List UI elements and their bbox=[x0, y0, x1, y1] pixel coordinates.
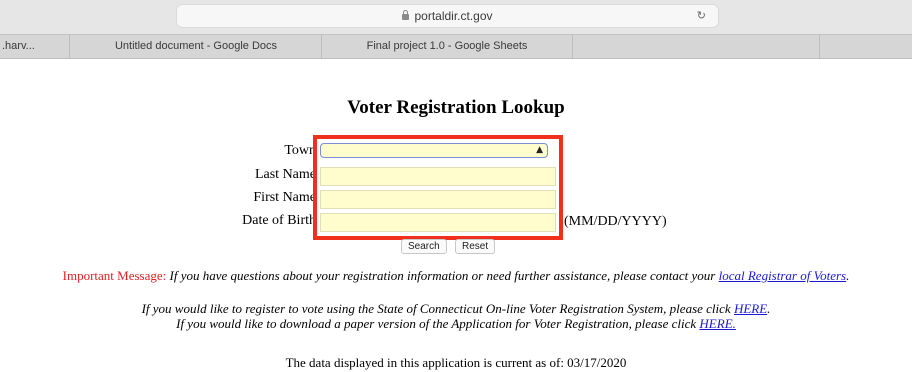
first-name-label: First Name bbox=[253, 190, 316, 205]
search-button[interactable]: Search bbox=[401, 239, 447, 254]
browser-tab[interactable] bbox=[820, 35, 912, 58]
data-current-text: The data displayed in this application i… bbox=[285, 355, 627, 370]
dob-format-hint: (MM/DD/YYYY) bbox=[564, 214, 667, 229]
browser-toolbar: portaldir.ct.gov ↻ bbox=[0, 0, 912, 34]
last-name-label: Last Name bbox=[254, 167, 316, 182]
address-text: portaldir.ct.gov bbox=[177, 9, 718, 23]
town-label: Town bbox=[284, 143, 316, 158]
important-label: Important Message: bbox=[62, 268, 167, 283]
tab-strip: .harv... Untitled document - Google Docs… bbox=[0, 34, 912, 59]
online-register-link[interactable]: HERE bbox=[734, 301, 767, 316]
url-text: portaldir.ct.gov bbox=[414, 9, 493, 23]
registrar-link[interactable]: local Registrar of Voters bbox=[719, 268, 846, 283]
important-message: Important Message: If you have questions… bbox=[0, 268, 912, 284]
online-register-text: If you would like to register to vote us… bbox=[141, 301, 731, 316]
highlight-box bbox=[313, 135, 563, 240]
online-register-end: . bbox=[767, 301, 771, 316]
paper-register-line: If you would like to download a paper ve… bbox=[0, 316, 912, 332]
dob-label: Date of Birth bbox=[242, 213, 316, 228]
browser-tab[interactable]: .harv... bbox=[0, 35, 70, 58]
reset-button[interactable]: Reset bbox=[455, 239, 496, 254]
important-text: If you have questions about your registr… bbox=[169, 268, 716, 283]
paper-register-text: If you would like to download a paper ve… bbox=[176, 316, 697, 331]
browser-tab[interactable]: Final project 1.0 - Google Sheets bbox=[322, 35, 573, 58]
lock-icon bbox=[402, 10, 410, 20]
page-title: Voter Registration Lookup bbox=[347, 97, 565, 118]
browser-tab[interactable] bbox=[573, 35, 820, 58]
important-end: . bbox=[846, 268, 850, 283]
browser-tab[interactable]: Untitled document - Google Docs bbox=[71, 35, 322, 58]
address-bar[interactable]: portaldir.ct.gov ↻ bbox=[177, 5, 718, 27]
paper-register-link[interactable]: HERE. bbox=[699, 316, 735, 331]
online-register-line: If you would like to register to vote us… bbox=[0, 301, 912, 317]
reload-icon[interactable]: ↻ bbox=[697, 9, 706, 22]
